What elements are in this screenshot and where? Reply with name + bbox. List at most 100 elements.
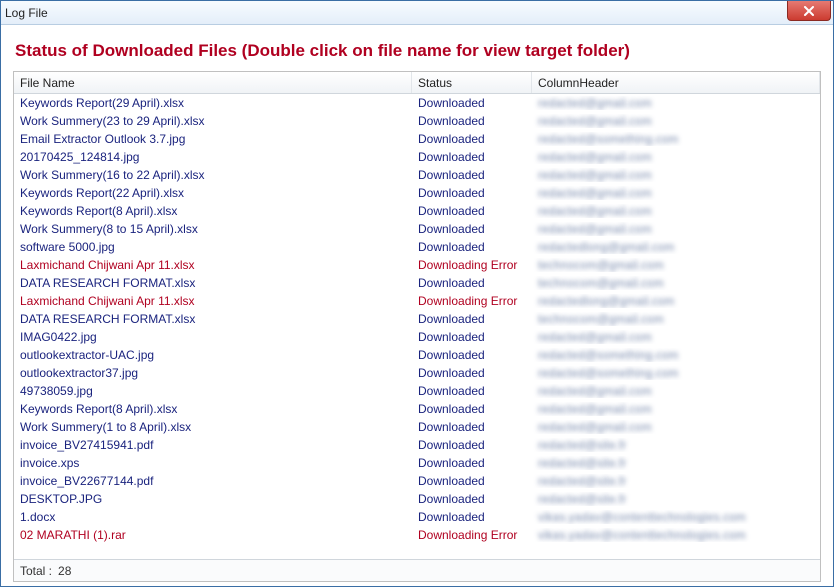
file-name-cell: Laxmichand Chijwani Apr 11.xlsx xyxy=(14,258,412,272)
extra-cell: redacted@gmail.com xyxy=(532,150,820,164)
extra-cell: redacted@gmail.com xyxy=(532,186,820,200)
table-row[interactable]: outlookextractor37.jpgDownloadedredacted… xyxy=(14,364,820,382)
table-row[interactable]: 02 MARATHI (1).rarDownloading Errorvikas… xyxy=(14,526,820,544)
file-name-cell: 20170425_124814.jpg xyxy=(14,150,412,164)
file-name-cell: Work Summery(23 to 29 April).xlsx xyxy=(14,114,412,128)
close-button[interactable] xyxy=(787,1,831,21)
status-cell: Downloaded xyxy=(412,456,532,470)
extra-cell: technocom@gmail.com xyxy=(532,276,820,290)
status-bar: Total : 28 xyxy=(14,559,820,581)
file-name-cell: Email Extractor Outlook 3.7.jpg xyxy=(14,132,412,146)
table-row[interactable]: software 5000.jpgDownloadedredactedlong@… xyxy=(14,238,820,256)
status-cell: Downloaded xyxy=(412,402,532,416)
status-cell: Downloaded xyxy=(412,438,532,452)
extra-cell: redacted@gmail.com xyxy=(532,96,820,110)
status-cell: Downloading Error xyxy=(412,528,532,542)
extra-cell: redacted@gmail.com xyxy=(532,204,820,218)
close-icon xyxy=(803,6,815,16)
table-row[interactable]: invoice_BV27415941.pdfDownloadedredacted… xyxy=(14,436,820,454)
table-row[interactable]: outlookextractor-UAC.jpgDownloadedredact… xyxy=(14,346,820,364)
status-cell: Downloaded xyxy=(412,348,532,362)
status-cell: Downloading Error xyxy=(412,294,532,308)
window-frame: Log File Status of Downloaded Files (Dou… xyxy=(0,0,834,587)
extra-cell: redactedlong@gmail.com xyxy=(532,294,820,308)
status-cell: Downloaded xyxy=(412,150,532,164)
extra-cell: redacted@something.com xyxy=(532,348,820,362)
file-name-cell: Work Summery(1 to 8 April).xlsx xyxy=(14,420,412,434)
table-row[interactable]: 49738059.jpgDownloadedredacted@gmail.com xyxy=(14,382,820,400)
table-row[interactable]: Work Summery(16 to 22 April).xlsxDownloa… xyxy=(14,166,820,184)
status-cell: Downloaded xyxy=(412,96,532,110)
extra-cell: redacted@gmail.com xyxy=(532,168,820,182)
column-header-status[interactable]: Status xyxy=(412,72,532,93)
extra-cell: redacted@gmail.com xyxy=(532,114,820,128)
table-row[interactable]: Keywords Report(8 April).xlsxDownloadedr… xyxy=(14,202,820,220)
table-row[interactable]: DATA RESEARCH FORMAT.xlsxDownloadedtechn… xyxy=(14,274,820,292)
extra-cell: vikas.yadav@contenttechnologies.com xyxy=(532,510,820,524)
table-row[interactable]: Email Extractor Outlook 3.7.jpgDownloade… xyxy=(14,130,820,148)
file-name-cell: invoice.xps xyxy=(14,456,412,470)
file-table: File Name Status ColumnHeader Keywords R… xyxy=(13,71,821,582)
extra-cell: technocom@gmail.com xyxy=(532,312,820,326)
file-name-cell: DATA RESEARCH FORMAT.xlsx xyxy=(14,312,412,326)
table-row[interactable]: 1.docxDownloadedvikas.yadav@contenttechn… xyxy=(14,508,820,526)
table-row[interactable]: Laxmichand Chijwani Apr 11.xlsxDownloadi… xyxy=(14,256,820,274)
table-row[interactable]: invoice.xpsDownloadedredacted@site.fr xyxy=(14,454,820,472)
extra-cell: vikas.yadav@contenttechnologies.com xyxy=(532,528,820,542)
table-row[interactable]: Work Summery(23 to 29 April).xlsxDownloa… xyxy=(14,112,820,130)
titlebar[interactable]: Log File xyxy=(1,1,833,25)
status-cell: Downloaded xyxy=(412,132,532,146)
total-label: Total : xyxy=(20,564,52,578)
extra-cell: technocom@gmail.com xyxy=(532,258,820,272)
file-name-cell: Keywords Report(8 April).xlsx xyxy=(14,402,412,416)
table-row[interactable]: IMAG0422.jpgDownloadedredacted@gmail.com xyxy=(14,328,820,346)
table-row[interactable]: Keywords Report(8 April).xlsxDownloadedr… xyxy=(14,400,820,418)
file-name-cell: 02 MARATHI (1).rar xyxy=(14,528,412,542)
extra-cell: redacted@site.fr xyxy=(532,438,820,452)
status-cell: Downloaded xyxy=(412,240,532,254)
status-cell: Downloaded xyxy=(412,204,532,218)
status-cell: Downloaded xyxy=(412,384,532,398)
status-cell: Downloaded xyxy=(412,222,532,236)
file-name-cell: software 5000.jpg xyxy=(14,240,412,254)
table-row[interactable]: Keywords Report(22 April).xlsxDownloaded… xyxy=(14,184,820,202)
extra-cell: redacted@site.fr xyxy=(532,474,820,488)
table-row[interactable]: DATA RESEARCH FORMAT.xlsxDownloadedtechn… xyxy=(14,310,820,328)
status-cell: Downloaded xyxy=(412,492,532,506)
table-row[interactable]: DESKTOP.JPGDownloadedredacted@site.fr xyxy=(14,490,820,508)
status-cell: Downloaded xyxy=(412,420,532,434)
status-cell: Downloaded xyxy=(412,366,532,380)
extra-cell: redacted@site.fr xyxy=(532,456,820,470)
status-cell: Downloading Error xyxy=(412,258,532,272)
extra-cell: redacted@something.com xyxy=(532,366,820,380)
file-name-cell: invoice_BV22677144.pdf xyxy=(14,474,412,488)
file-name-cell: outlookextractor37.jpg xyxy=(14,366,412,380)
table-row[interactable]: Keywords Report(29 April).xlsxDownloaded… xyxy=(14,94,820,112)
extra-cell: redacted@gmail.com xyxy=(532,330,820,344)
file-name-cell: DATA RESEARCH FORMAT.xlsx xyxy=(14,276,412,290)
file-name-cell: DESKTOP.JPG xyxy=(14,492,412,506)
extra-cell: redacted@gmail.com xyxy=(532,222,820,236)
table-body[interactable]: Keywords Report(29 April).xlsxDownloaded… xyxy=(14,94,820,559)
status-cell: Downloaded xyxy=(412,114,532,128)
extra-cell: redactedlong@gmail.com xyxy=(532,240,820,254)
file-name-cell: 1.docx xyxy=(14,510,412,524)
status-cell: Downloaded xyxy=(412,168,532,182)
table-row[interactable]: 20170425_124814.jpgDownloadedredacted@gm… xyxy=(14,148,820,166)
table-row[interactable]: Work Summery(8 to 15 April).xlsxDownload… xyxy=(14,220,820,238)
status-cell: Downloaded xyxy=(412,312,532,326)
status-cell: Downloaded xyxy=(412,186,532,200)
table-row[interactable]: Work Summery(1 to 8 April).xlsxDownloade… xyxy=(14,418,820,436)
file-name-cell: invoice_BV27415941.pdf xyxy=(14,438,412,452)
window-title: Log File xyxy=(5,6,48,20)
file-name-cell: Work Summery(16 to 22 April).xlsx xyxy=(14,168,412,182)
file-name-cell: Work Summery(8 to 15 April).xlsx xyxy=(14,222,412,236)
status-cell: Downloaded xyxy=(412,330,532,344)
file-name-cell: Keywords Report(22 April).xlsx xyxy=(14,186,412,200)
status-cell: Downloaded xyxy=(412,276,532,290)
column-header-file-name[interactable]: File Name xyxy=(14,72,412,93)
column-header-extra[interactable]: ColumnHeader xyxy=(532,72,820,93)
table-row[interactable]: Laxmichand Chijwani Apr 11.xlsxDownloadi… xyxy=(14,292,820,310)
table-row[interactable]: invoice_BV22677144.pdfDownloadedredacted… xyxy=(14,472,820,490)
page-heading: Status of Downloaded Files (Double click… xyxy=(15,41,821,61)
